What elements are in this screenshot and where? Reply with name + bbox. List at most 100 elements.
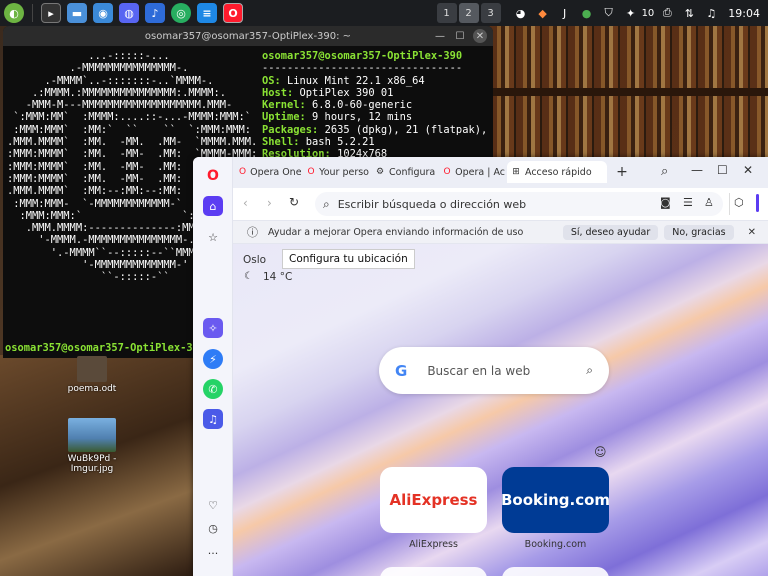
neofetch-user-host: osomar357@osomar357-OptiPlex-390 bbox=[262, 50, 463, 62]
close-icon[interactable]: ✕ bbox=[743, 163, 753, 177]
speed-dial-tile[interactable] bbox=[380, 567, 487, 576]
address-bar-row: ‹ › ↻ ⌕ Escribir búsqueda o dirección we… bbox=[233, 188, 768, 220]
terminal-launcher-icon[interactable]: ▸ bbox=[41, 3, 61, 23]
forward-icon[interactable]: › bbox=[267, 196, 272, 210]
camera-launcher-icon[interactable]: ◉ bbox=[93, 3, 113, 23]
tab-your-personal[interactable]: O Your perso bbox=[303, 161, 369, 183]
infobar-close-icon[interactable]: ✕ bbox=[748, 227, 756, 238]
image-thumbnail-icon bbox=[68, 418, 116, 452]
network-icon[interactable]: ⇅ bbox=[680, 4, 698, 22]
taskbar: ◐ ▸ ▬ ◉ ◍ ♪ ◎ ≡ O 1 2 3 ◕ ◆ J ● ⛉ ✦ 10 ⎙… bbox=[0, 0, 768, 26]
j-tray-icon[interactable]: J bbox=[556, 4, 574, 22]
new-tab-button[interactable]: + bbox=[611, 161, 633, 183]
discord-launcher-icon[interactable]: ◍ bbox=[119, 3, 139, 23]
neofetch-value: 9 hours, 12 mins bbox=[312, 111, 413, 124]
neofetch-separator: -------------------------------- bbox=[262, 62, 463, 75]
whatsapp-icon[interactable]: ✆ bbox=[203, 379, 223, 399]
minimize-icon[interactable]: — bbox=[433, 29, 447, 43]
tab-opera-one[interactable]: O Opera One bbox=[235, 161, 301, 183]
heart-icon[interactable]: ♡ bbox=[203, 495, 223, 515]
usage-infobar: ⓘ Ayudar a mejorar Opera enviando inform… bbox=[233, 220, 768, 244]
grid-icon: ⊞ bbox=[512, 167, 520, 177]
messenger-icon[interactable]: ⚡ bbox=[203, 349, 223, 369]
workspace-2[interactable]: 2 bbox=[458, 3, 479, 23]
snapshot-icon[interactable]: ◙ bbox=[660, 196, 671, 209]
web-search-box[interactable]: G Buscar en la web ⌕ bbox=[379, 347, 609, 394]
clock[interactable]: 19:04 bbox=[728, 7, 760, 20]
tab-search-icon[interactable]: ⌕ bbox=[661, 164, 668, 179]
tab-bar: O Opera One O Your perso ⚙ Configura O Opera… bbox=[233, 157, 768, 188]
chat-tray-icon[interactable]: ● bbox=[578, 4, 596, 22]
speed-dial-label: Booking.com bbox=[524, 539, 587, 550]
terminal-prompt[interactable]: osomar357@osomar357-OptiPlex-390 bbox=[5, 342, 205, 354]
chat-launcher-icon[interactable]: ◎ bbox=[171, 3, 191, 23]
more-icon[interactable]: ··· bbox=[203, 543, 223, 563]
close-icon[interactable]: ✕ bbox=[473, 29, 487, 43]
aliexpress-logo: AliExpress bbox=[389, 491, 478, 509]
desktop-icon-image[interactable]: WuBk9Pd - Imgur.jpg bbox=[62, 418, 122, 474]
smiley-icon[interactable]: ☺ bbox=[594, 445, 607, 459]
files-launcher-icon[interactable]: ▬ bbox=[67, 3, 87, 23]
maximize-icon[interactable]: ☐ bbox=[717, 163, 728, 177]
opera-logo-icon[interactable]: O bbox=[203, 166, 223, 186]
infobar-text: Ayudar a mejorar Opera enviando informac… bbox=[268, 226, 524, 238]
booking-logo: Booking.com bbox=[500, 491, 611, 509]
desktop-icon-label: WuBk9Pd - Imgur.jpg bbox=[67, 454, 117, 474]
opera-sidebar: O ⌂ ☆ ✧ ⚡ ✆ ♫ ♡ ◷ ··· bbox=[193, 157, 233, 576]
tab-configuracion[interactable]: ⚙ Configura bbox=[371, 161, 437, 183]
tab-acceso-rapido[interactable]: ⊞ Acceso rápido bbox=[507, 161, 607, 183]
toolbar-divider bbox=[729, 193, 730, 215]
search-placeholder: Buscar en la web bbox=[427, 363, 531, 378]
volume-icon[interactable]: ♫ bbox=[702, 4, 720, 22]
profile-icon[interactable]: ♙ bbox=[704, 196, 714, 209]
extensions-icon[interactable]: ⬡ bbox=[734, 196, 744, 209]
discord-tray-icon[interactable]: ◕ bbox=[512, 4, 530, 22]
maximize-icon[interactable]: ☐ bbox=[453, 29, 467, 43]
opera-gx-tray-icon[interactable]: ◆ bbox=[534, 4, 552, 22]
speed-dial-booking[interactable]: Booking.com bbox=[500, 467, 611, 533]
info-icon: ⓘ bbox=[247, 226, 258, 239]
speed-dial-tile[interactable] bbox=[502, 567, 609, 576]
editor-launcher-icon[interactable]: ♪ bbox=[145, 3, 165, 23]
opera-favicon-icon: O bbox=[307, 167, 315, 177]
aria-icon[interactable]: ✧ bbox=[203, 318, 223, 338]
home-icon[interactable]: ⌂ bbox=[203, 196, 223, 216]
neofetch-value: Linux Mint 22.1 x86_64 bbox=[287, 74, 425, 87]
reload-icon[interactable]: ↻ bbox=[289, 195, 299, 209]
speed-dial-aliexpress[interactable]: AliExpress bbox=[380, 467, 487, 533]
neofetch-key: Uptime: bbox=[262, 111, 313, 124]
decline-help-button[interactable]: No, gracias bbox=[664, 224, 734, 240]
history-icon[interactable]: ◷ bbox=[203, 518, 223, 538]
document-launcher-icon[interactable]: ≡ bbox=[197, 3, 217, 23]
neofetch-key: Shell: bbox=[262, 136, 306, 149]
settings-gear-icon: ⚙ bbox=[375, 167, 385, 177]
shield-icon[interactable]: ⛉ bbox=[600, 4, 618, 22]
accept-help-button[interactable]: Sí, deseo ayudar bbox=[562, 224, 659, 240]
search-icon[interactable]: ⌕ bbox=[586, 363, 593, 378]
opera-launcher-icon[interactable]: O bbox=[223, 3, 243, 23]
weather-temp: 14 °C bbox=[263, 271, 293, 283]
workspace-1[interactable]: 1 bbox=[436, 3, 457, 23]
printer-icon[interactable]: ⎙ bbox=[658, 4, 676, 22]
desktop-icon-poema[interactable]: poema.odt bbox=[62, 356, 122, 394]
workspace-3[interactable]: 3 bbox=[480, 3, 501, 23]
search-icon: ⌕ bbox=[323, 196, 330, 211]
terminal-titlebar[interactable]: osomar357@osomar357-OptiPlex-390: ~ — ☐ … bbox=[3, 26, 493, 46]
opera-favicon-icon: O bbox=[443, 167, 451, 177]
opera-window[interactable]: O ⌂ ☆ ✧ ⚡ ✆ ♫ ♡ ◷ ··· O Opera One O Your p… bbox=[193, 157, 768, 576]
neofetch-key: Kernel: bbox=[262, 99, 313, 112]
back-icon[interactable]: ‹ bbox=[243, 196, 248, 210]
notifications-icon[interactable]: ✦ bbox=[622, 4, 640, 22]
music-player-icon[interactable]: ♫ bbox=[203, 409, 223, 429]
easy-setup-icon[interactable]: ☰ bbox=[683, 196, 693, 209]
terminal-title: osomar357@osomar357-OptiPlex-390: ~ bbox=[144, 30, 352, 42]
opera-favicon-icon: O bbox=[239, 167, 247, 177]
tab-opera-ac[interactable]: O Opera | Ac bbox=[439, 161, 505, 183]
minimize-icon[interactable]: — bbox=[691, 163, 703, 177]
mint-menu-icon[interactable]: ◐ bbox=[4, 3, 24, 23]
accent-indicator bbox=[756, 194, 759, 212]
location-tooltip: Configura tu ubicación bbox=[282, 249, 415, 269]
bookmarks-icon[interactable]: ☆ bbox=[203, 227, 223, 247]
neofetch-key: OS: bbox=[262, 74, 288, 87]
weather-city[interactable]: Oslo bbox=[243, 254, 266, 266]
